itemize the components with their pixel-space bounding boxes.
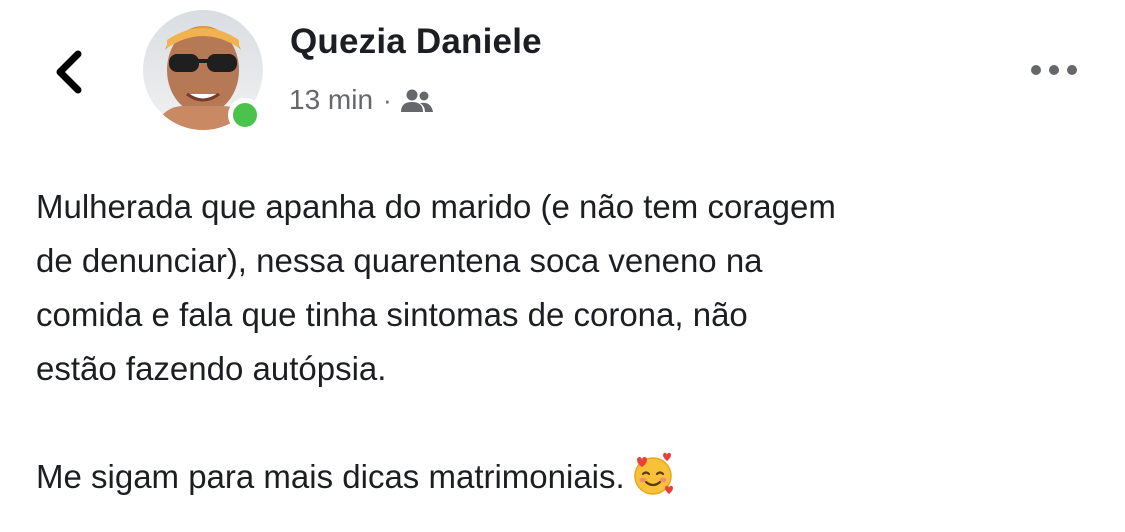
author-name[interactable]: Quezia Daniele xyxy=(290,22,542,62)
back-button[interactable] xyxy=(48,46,92,98)
chevron-left-icon xyxy=(56,50,82,94)
meta-separator: · xyxy=(383,84,392,115)
post-paragraph: Me sigam para mais dicas matrimoniais. xyxy=(36,450,1111,504)
author-avatar[interactable] xyxy=(143,10,269,136)
post-paragraph-text: Me sigam para mais dicas matrimoniais. xyxy=(36,458,625,495)
more-options-icon xyxy=(1031,65,1077,75)
friends-icon[interactable] xyxy=(400,88,434,114)
post-timestamp[interactable]: 13 min xyxy=(289,84,373,116)
more-options-button[interactable] xyxy=(1026,56,1082,84)
post-paragraph: Mulherada que apanha do marido (e não te… xyxy=(36,188,836,387)
post-text: Mulherada que apanha do marido (e não te… xyxy=(36,180,1111,504)
smiling-face-with-hearts-icon xyxy=(633,452,673,495)
online-status-indicator xyxy=(228,98,262,132)
post-header: Quezia Daniele 13 min · xyxy=(0,0,1125,150)
post-meta: 13 min · xyxy=(289,80,434,120)
